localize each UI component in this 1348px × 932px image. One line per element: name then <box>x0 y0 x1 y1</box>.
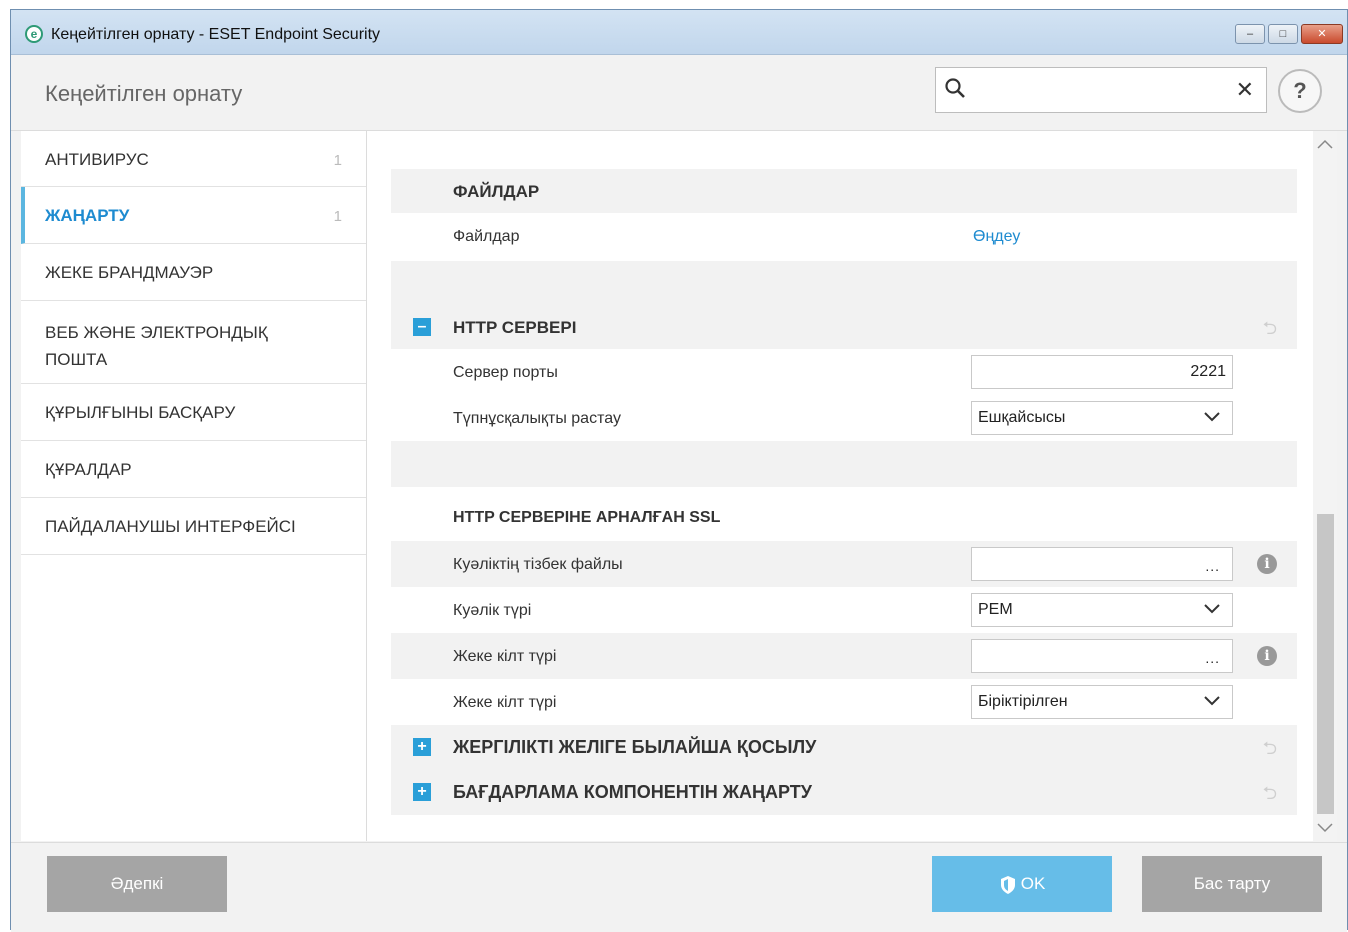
help-button[interactable]: ? <box>1278 69 1322 113</box>
vertical-scrollbar[interactable] <box>1313 131 1337 841</box>
sidebar-item-label: ЖАҢАРТУ <box>45 206 130 225</box>
sidebar-item-count: 1 <box>333 152 342 169</box>
footer: Әдепкі OK Бас тарту <box>11 842 1347 932</box>
info-icon[interactable]: i <box>1257 646 1277 666</box>
cert-chain-row: Куәліктің тізбек файлы ... i <box>391 541 1297 587</box>
lan-section-header[interactable]: + ЖЕРГІЛІКТІ ЖЕЛІГЕ БЫЛАЙША ҚОСЫЛУ ⮌ <box>391 725 1297 769</box>
sidebar-item-count: 1 <box>333 208 342 225</box>
cert-type-select[interactable]: PEM <box>971 593 1233 627</box>
sidebar-item-tools[interactable]: ҚҰРАЛДАР <box>21 441 366 498</box>
server-port-input[interactable]: 2221 <box>971 355 1233 389</box>
cert-type-label: Куәлік түрі <box>453 602 532 619</box>
collapse-icon[interactable]: – <box>413 318 431 336</box>
app-window: e Кеңейтілген орнату - ESET Endpoint Sec… <box>10 9 1348 932</box>
spacer-row <box>391 441 1297 487</box>
cert-type-row: Куәлік түрі PEM <box>391 587 1297 633</box>
info-icon[interactable]: i <box>1257 554 1277 574</box>
sidebar-item-firewall[interactable]: ЖЕКЕ БРАНДМАУЭР <box>21 244 366 301</box>
title-bar: e Кеңейтілген орнату - ESET Endpoint Sec… <box>11 10 1347 55</box>
eset-logo-icon: e <box>25 25 43 43</box>
window-title: Кеңейтілген орнату - ESET Endpoint Secur… <box>51 26 381 43</box>
private-key-type-value: Біріктірілген <box>978 693 1068 710</box>
sidebar-item-web-email[interactable]: ВЕБ ЖӘНЕ ЭЛЕКТРОНДЫҚ ПОШТА <box>21 301 366 384</box>
section-title: БАҒДАРЛАМА КОМПОНЕНТІН ЖАҢАРТУ <box>453 782 812 802</box>
browse-button[interactable]: ... <box>1205 558 1220 574</box>
section-title: HTTP СЕРВЕРІ <box>453 318 577 337</box>
sidebar-item-update[interactable]: ЖАҢАРТУ 1 <box>21 187 366 244</box>
files-label: Файлдар <box>453 228 520 245</box>
http-server-section-header[interactable]: – HTTP СЕРВЕРІ ⮌ <box>391 305 1297 349</box>
auth-select[interactable]: Ешқайсысы <box>971 401 1233 435</box>
search-box[interactable]: ✕ <box>935 67 1267 113</box>
page-title: Кеңейтілген орнату <box>45 81 243 106</box>
sidebar-item-label: ҚҰРАЛДАР <box>45 460 132 479</box>
cert-chain-label: Куәліктің тізбек файлы <box>453 556 623 573</box>
files-row: Файлдар Өңдеу <box>391 213 1297 261</box>
window-controls: – □ ✕ <box>1235 24 1343 44</box>
chevron-down-icon <box>1204 604 1220 614</box>
search-input[interactable] <box>976 76 1230 106</box>
private-key-type-row: Жеке кілт түрі Біріктірілген <box>391 679 1297 725</box>
files-section-header: ФАЙЛДАР <box>391 169 1297 213</box>
sidebar-item-label: ПАЙДАЛАНУШЫ ИНТЕРФЕЙСІ <box>45 517 296 536</box>
section-title: ФАЙЛДАР <box>453 182 540 201</box>
sidebar-item-label: ВЕБ ЖӘНЕ ЭЛЕКТРОНДЫҚ ПОШТА <box>45 323 268 369</box>
shield-icon <box>1000 875 1015 894</box>
cert-type-value: PEM <box>978 601 1013 618</box>
sidebar-item-label: ЖЕКЕ БРАНДМАУЭР <box>45 263 214 282</box>
sidebar-item-label: АНТИВИРУС <box>45 150 149 169</box>
server-port-value: 2221 <box>1190 363 1226 380</box>
scroll-thumb[interactable] <box>1317 514 1334 814</box>
auth-label: Түпнұсқалықты растау <box>453 410 621 427</box>
sidebar-item-label: ҚҰРЫЛҒЫНЫ БАСҚАРУ <box>45 403 236 422</box>
default-button[interactable]: Әдепкі <box>47 856 227 912</box>
settings-panel: ФАЙЛДАР Файлдар Өңдеу – HTTP СЕРВЕРІ ⮌ С… <box>367 131 1313 841</box>
private-key-row: Жеке кілт түрі ... i <box>391 633 1297 679</box>
sidebar: АНТИВИРУС 1 ЖАҢАРТУ 1 ЖЕКЕ БРАНДМАУЭР ВЕ… <box>21 131 367 841</box>
private-key-label: Жеке кілт түрі <box>453 648 557 665</box>
search-icon[interactable] <box>944 77 966 99</box>
sidebar-item-user-interface[interactable]: ПАЙДАЛАНУШЫ ИНТЕРФЕЙСІ <box>21 498 366 555</box>
chevron-down-icon <box>1204 412 1220 422</box>
expand-icon[interactable]: + <box>413 738 431 756</box>
revert-icon[interactable]: ⮌ <box>1263 736 1277 766</box>
revert-icon[interactable]: ⮌ <box>1263 316 1277 346</box>
scroll-up-icon[interactable] <box>1313 133 1337 157</box>
auth-row: Түпнұсқалықты растау Ешқайсысы <box>391 395 1297 441</box>
expand-icon[interactable]: + <box>413 783 431 801</box>
section-title: HTTP СЕРВЕРІНЕ АРНАЛҒАН SSL <box>453 509 721 526</box>
chevron-down-icon <box>1204 696 1220 706</box>
scroll-down-icon[interactable] <box>1313 815 1337 839</box>
files-edit-link[interactable]: Өңдеу <box>973 228 1020 246</box>
ssl-section-header: HTTP СЕРВЕРІНЕ АРНАЛҒАН SSL <box>391 497 1297 541</box>
ok-button[interactable]: OK <box>932 856 1112 912</box>
cancel-button[interactable]: Бас тарту <box>1142 856 1322 912</box>
header: Кеңейтілген орнату ✕ ? <box>11 55 1347 131</box>
private-key-type-label: Жеке кілт түрі <box>453 694 557 711</box>
section-title: ЖЕРГІЛІКТІ ЖЕЛІГЕ БЫЛАЙША ҚОСЫЛУ <box>453 737 817 757</box>
sidebar-item-antivirus[interactable]: АНТИВИРУС 1 <box>21 131 366 187</box>
clear-search-icon[interactable]: ✕ <box>1236 77 1254 103</box>
program-update-section-header[interactable]: + БАҒДАРЛАМА КОМПОНЕНТІН ЖАҢАРТУ ⮌ <box>391 769 1297 815</box>
auth-value: Ешқайсысы <box>978 409 1066 426</box>
maximize-button[interactable]: □ <box>1268 24 1298 44</box>
cert-chain-input[interactable]: ... <box>971 547 1233 581</box>
revert-icon[interactable]: ⮌ <box>1263 781 1277 811</box>
browse-button[interactable]: ... <box>1205 650 1220 666</box>
minimize-button[interactable]: – <box>1235 24 1265 44</box>
server-port-row: Сервер порты 2221 <box>391 349 1297 395</box>
private-key-type-select[interactable]: Біріктірілген <box>971 685 1233 719</box>
spacer-row <box>391 261 1297 305</box>
server-port-label: Сервер порты <box>453 364 558 381</box>
sidebar-item-device-control[interactable]: ҚҰРЫЛҒЫНЫ БАСҚАРУ <box>21 384 366 441</box>
private-key-input[interactable]: ... <box>971 639 1233 673</box>
ok-label: OK <box>1020 874 1046 893</box>
close-button[interactable]: ✕ <box>1301 24 1343 44</box>
